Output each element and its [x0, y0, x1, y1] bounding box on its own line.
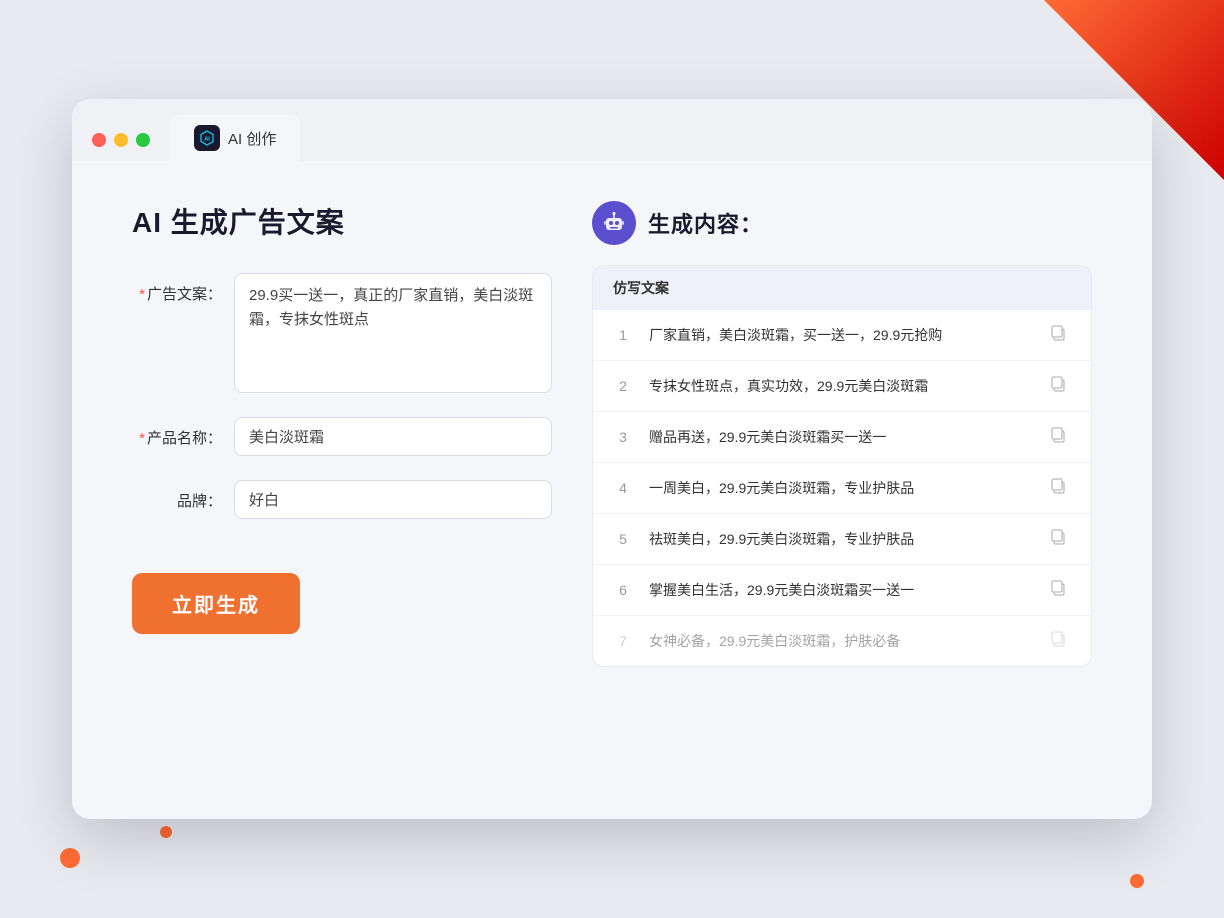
tab-label: AI 创作: [228, 128, 276, 149]
table-row: 4 一周美白，29.9元美白淡斑霜，专业护肤品: [593, 463, 1091, 514]
ai-logo-icon: AI: [194, 125, 220, 151]
bg-decoration-bl2: [160, 826, 172, 838]
row-number: 4: [613, 480, 633, 496]
page-title: AI 生成广告文案: [132, 201, 552, 241]
brand-input[interactable]: [234, 480, 552, 519]
robot-icon: [592, 201, 636, 245]
table-header: 仿写文案: [593, 266, 1091, 310]
row-number: 6: [613, 582, 633, 598]
row-number: 3: [613, 429, 633, 445]
copy-icon[interactable]: [1049, 426, 1071, 448]
title-bar: AI AI 创作: [72, 99, 1152, 161]
product-required: *: [139, 430, 145, 447]
bg-decoration-br: [1130, 874, 1144, 888]
close-button[interactable]: [92, 133, 106, 147]
row-text: 女神必备，29.9元美白淡斑霜，护肤必备: [649, 631, 1033, 652]
row-number: 7: [613, 633, 633, 649]
results-container: 1 厂家直销，美白淡斑霜，买一送一，29.9元抢购 2 专抹女性斑点，真实功效，…: [593, 310, 1091, 666]
copy-icon[interactable]: [1049, 630, 1071, 652]
row-text: 专抹女性斑点，真实功效，29.9元美白淡斑霜: [649, 376, 1033, 397]
ai-creation-tab[interactable]: AI AI 创作: [170, 115, 300, 161]
table-row: 7 女神必备，29.9元美白淡斑霜，护肤必备: [593, 616, 1091, 666]
brand-label: 品牌：: [132, 480, 222, 511]
result-title: 生成内容：: [648, 207, 763, 239]
copy-icon[interactable]: [1049, 477, 1071, 499]
row-number: 5: [613, 531, 633, 547]
product-name-label: *产品名称：: [132, 417, 222, 448]
main-content: AI 生成广告文案 *广告文案： *产品名称： 品牌： 立: [72, 161, 1152, 811]
copy-icon[interactable]: [1049, 375, 1071, 397]
ad-copy-input[interactable]: [234, 273, 552, 393]
table-row: 5 祛斑美白，29.9元美白淡斑霜，专业护肤品: [593, 514, 1091, 565]
product-name-group: *产品名称：: [132, 417, 552, 456]
copy-icon[interactable]: [1049, 528, 1071, 550]
brand-group: 品牌：: [132, 480, 552, 519]
ad-copy-label: *广告文案：: [132, 273, 222, 304]
row-text: 一周美白，29.9元美白淡斑霜，专业护肤品: [649, 478, 1033, 499]
results-table: 仿写文案 1 厂家直销，美白淡斑霜，买一送一，29.9元抢购 2 专抹女性斑点，…: [592, 265, 1092, 667]
row-text: 掌握美白生活，29.9元美白淡斑霜买一送一: [649, 580, 1033, 601]
svg-text:AI: AI: [204, 137, 210, 143]
table-row: 6 掌握美白生活，29.9元美白淡斑霜买一送一: [593, 565, 1091, 616]
copy-icon[interactable]: [1049, 324, 1071, 346]
window-controls: [92, 133, 150, 161]
left-panel: AI 生成广告文案 *广告文案： *产品名称： 品牌： 立: [132, 201, 552, 771]
result-header: 生成内容：: [592, 201, 1092, 245]
row-text: 祛斑美白，29.9元美白淡斑霜，专业护肤品: [649, 529, 1033, 550]
copy-icon[interactable]: [1049, 579, 1071, 601]
browser-window: AI AI 创作 AI 生成广告文案 *广告文案： *产品名称：: [72, 99, 1152, 819]
minimize-button[interactable]: [114, 133, 128, 147]
table-row: 3 赠品再送，29.9元美白淡斑霜买一送一: [593, 412, 1091, 463]
ad-copy-required: *: [139, 286, 145, 303]
table-row: 2 专抹女性斑点，真实功效，29.9元美白淡斑霜: [593, 361, 1091, 412]
bg-decoration-bl: [60, 848, 80, 868]
row-text: 厂家直销，美白淡斑霜，买一送一，29.9元抢购: [649, 325, 1033, 346]
generate-button[interactable]: 立即生成: [132, 573, 300, 634]
row-number: 2: [613, 378, 633, 394]
right-panel: 生成内容： 仿写文案 1 厂家直销，美白淡斑霜，买一送一，29.9元抢购 2 专…: [592, 201, 1092, 771]
product-name-input[interactable]: [234, 417, 552, 456]
maximize-button[interactable]: [136, 133, 150, 147]
row-number: 1: [613, 327, 633, 343]
row-text: 赠品再送，29.9元美白淡斑霜买一送一: [649, 427, 1033, 448]
ad-copy-group: *广告文案：: [132, 273, 552, 393]
table-row: 1 厂家直销，美白淡斑霜，买一送一，29.9元抢购: [593, 310, 1091, 361]
